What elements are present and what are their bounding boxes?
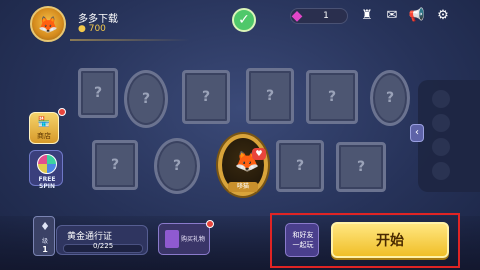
gem-icon: ◆ xyxy=(291,8,303,24)
start-label: 开始 xyxy=(376,233,404,249)
play-with-friends-label: 和好友 一起玩 xyxy=(292,231,314,249)
fox-avatar-icon: 🦊 xyxy=(38,14,58,34)
pass-progress-text: 0/225 xyxy=(93,242,114,250)
side-panel xyxy=(418,80,480,192)
pass-level-label: 级 xyxy=(41,238,48,245)
locked-character-frame[interactable]: ? xyxy=(124,70,168,128)
locked-character-frame[interactable]: ? xyxy=(370,70,410,126)
avatar[interactable]: 🦊 xyxy=(30,6,66,42)
chevron-left-icon[interactable]: ‹ xyxy=(410,124,424,142)
golden-pass-button[interactable]: 黄金通行证 0/225 xyxy=(56,225,148,255)
gem-count: 1 xyxy=(323,11,329,21)
gift-icon xyxy=(165,230,179,248)
shop-button[interactable]: 🏪 商店 xyxy=(29,112,59,144)
notification-dot xyxy=(58,108,66,116)
checkmark-icon[interactable]: ✓ xyxy=(232,8,256,32)
username: 多多下载 xyxy=(78,14,118,25)
buy-gift-button[interactable]: 购买礼物 xyxy=(158,223,210,255)
locked-character-frame[interactable]: ? xyxy=(182,70,230,124)
side-slot[interactable] xyxy=(432,90,450,108)
locked-character-frame[interactable]: ? xyxy=(306,70,358,124)
gear-icon[interactable]: ⚙ xyxy=(434,8,452,24)
featured-character-label: 哆猫 xyxy=(228,182,258,192)
heart-icon: ♥ xyxy=(252,148,266,160)
free-spin-button[interactable]: FREE SPIN xyxy=(29,150,63,190)
featured-character-frame[interactable]: 🦊 哆猫 xyxy=(218,134,268,196)
pass-level-badge: ♦ 级 1 xyxy=(33,216,55,256)
gold-value: 700 xyxy=(88,24,106,34)
locked-character-frame[interactable]: ? xyxy=(246,68,294,124)
shop-icon: 🏪 xyxy=(37,117,51,128)
start-button[interactable]: 开始 xyxy=(331,222,449,258)
side-slot[interactable] xyxy=(432,138,450,156)
gem-counter[interactable]: ◆ 1 xyxy=(290,8,348,24)
side-slot[interactable] xyxy=(432,114,450,132)
pass-title: 黄金通行证 xyxy=(67,232,113,242)
shop-label: 商店 xyxy=(37,132,51,140)
nameplate-divider xyxy=(70,39,190,41)
side-slot[interactable] xyxy=(432,162,450,180)
locked-character-frame[interactable]: ? xyxy=(154,138,200,194)
notification-dot xyxy=(206,220,214,228)
mail-icon[interactable]: ✉ xyxy=(383,8,401,24)
locked-character-frame[interactable]: ? xyxy=(336,142,386,192)
locked-character-frame[interactable]: ? xyxy=(276,140,324,192)
coin-icon: ● xyxy=(78,24,86,34)
locked-character-frame[interactable]: ? xyxy=(78,68,118,118)
play-with-friends-button[interactable]: 和好友 一起玩 xyxy=(285,223,319,257)
pass-level-number: 1 xyxy=(42,245,48,254)
free-spin-label: FREE SPIN xyxy=(38,176,56,190)
trophy-icon[interactable]: ♜ xyxy=(358,8,376,24)
locked-character-frame[interactable]: ? xyxy=(92,140,138,190)
buy-gift-label: 购买礼物 xyxy=(181,236,206,243)
spin-wheel-icon xyxy=(37,154,57,174)
pass-badge-icon: ♦ xyxy=(40,220,50,233)
gold-amount: ● 700 xyxy=(78,24,106,34)
megaphone-icon[interactable]: 📢 xyxy=(408,8,426,24)
